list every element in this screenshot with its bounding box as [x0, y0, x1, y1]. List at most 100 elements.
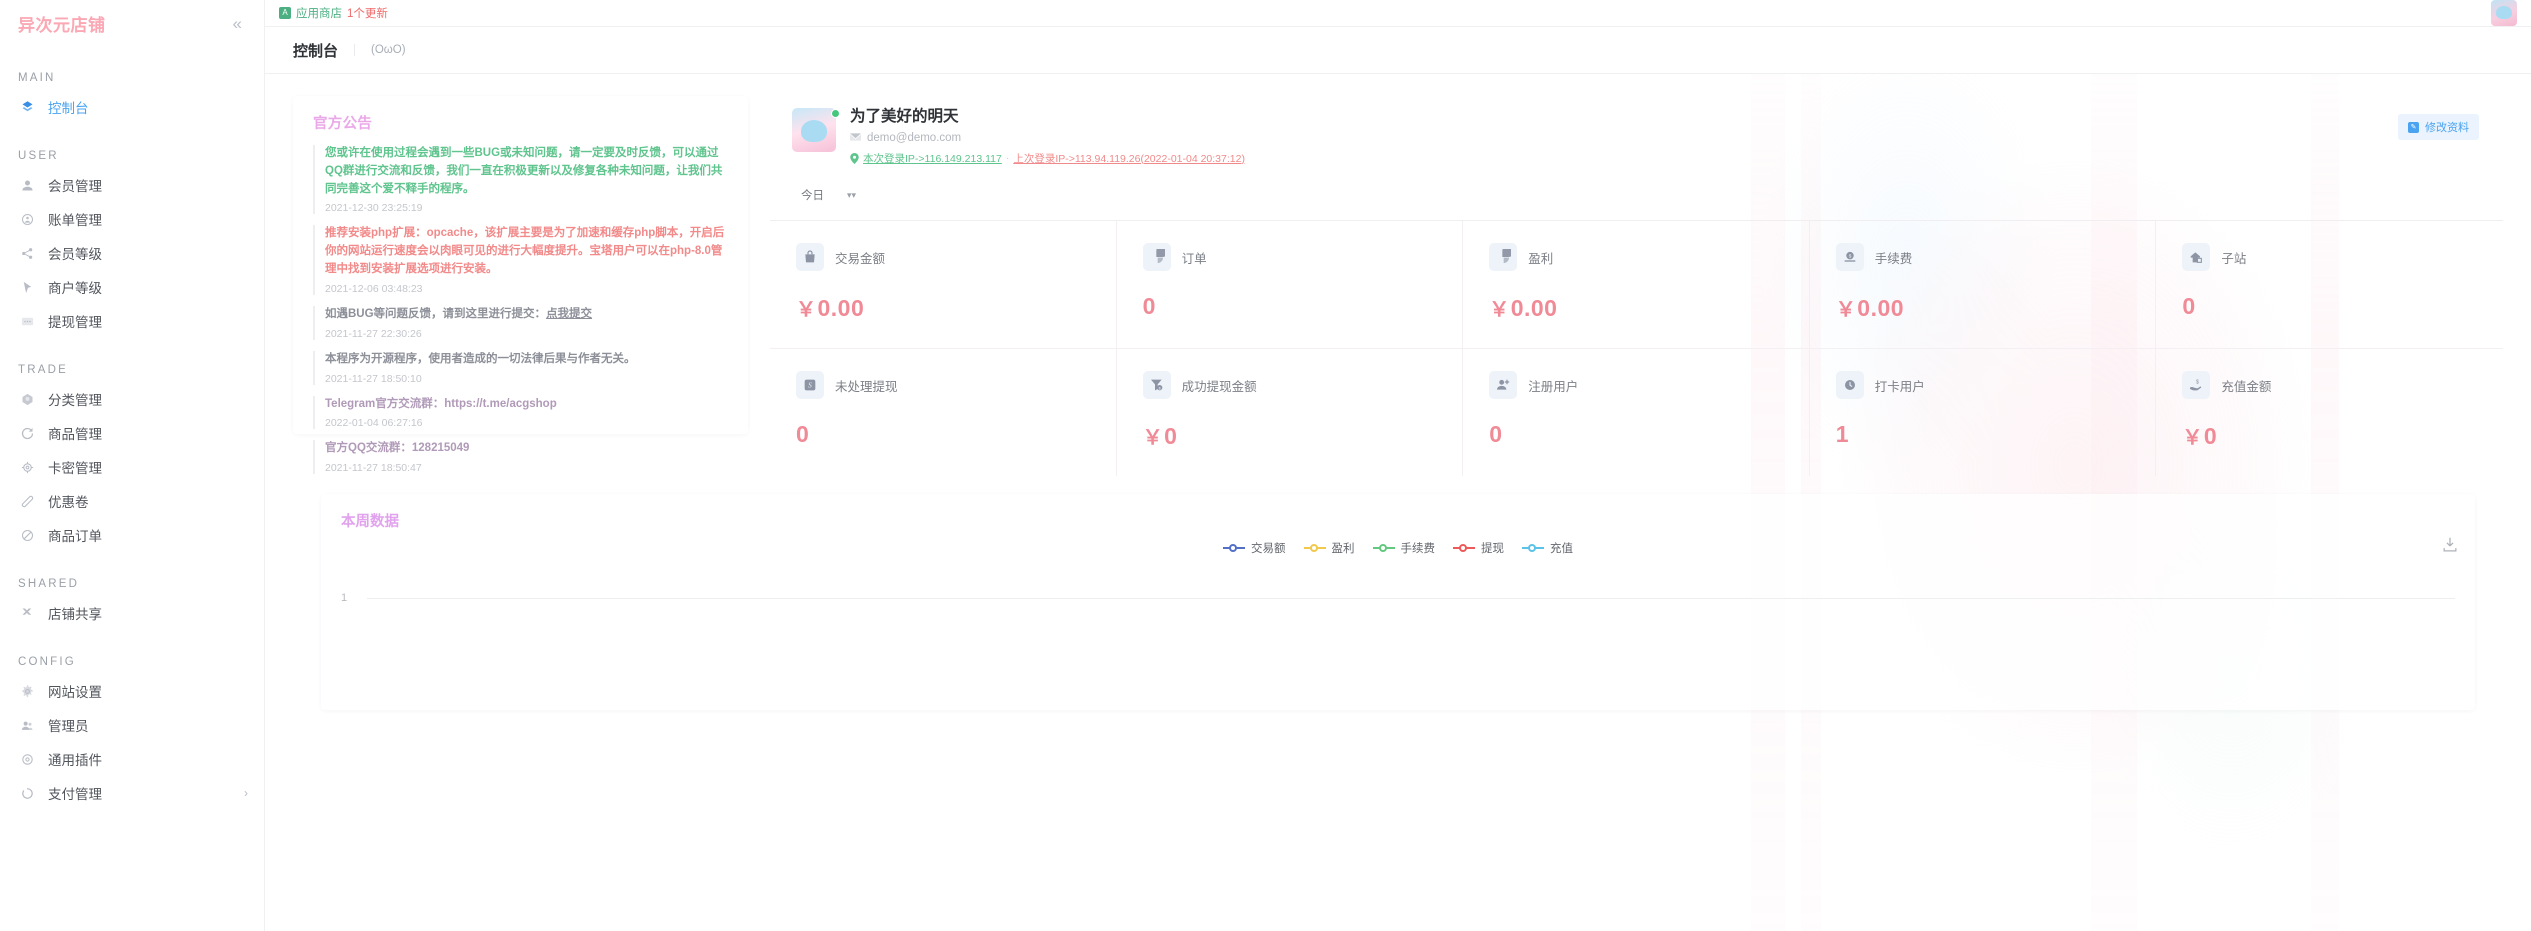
stat-value: 0 — [1489, 421, 1809, 448]
announcement-link[interactable]: 点我提交 — [546, 308, 592, 320]
stat-label: 打卡用户 — [1874, 379, 1925, 394]
ban-circle-icon — [18, 526, 36, 544]
stat-card-header: 打卡用户 — [1835, 371, 2156, 399]
sidebar-item-label: 支付管理 — [48, 787, 102, 802]
range-filter-row: 今日 ▾▾ — [770, 182, 2503, 208]
brand-title: 异次元店铺 — [18, 15, 106, 35]
collapse-sidebar-icon[interactable]: « — [233, 15, 242, 32]
gear-ring-icon — [18, 458, 36, 476]
sidebar-item-plugin-circle[interactable]: 通用插件 — [0, 742, 264, 776]
sidebar-item-withdraw[interactable]: 提现管理 — [0, 304, 264, 338]
announcement-timestamp: 2022-01-04 06:27:16 — [325, 417, 423, 430]
announcement-text: 本程序为开源程序，使用者造成的一切法律后果与作者无关。 — [325, 352, 636, 365]
stat-card[interactable]: 交易金额 ￥0.00 — [770, 221, 1117, 349]
sidebar-item-admin-users[interactable]: 管理员 — [0, 708, 264, 742]
sidebar-item-dashboard[interactable]: 控制台 — [0, 90, 264, 124]
legend-label: 提现 — [1481, 543, 1504, 555]
stat-card-header: $ 成功提现金额 — [1142, 371, 1463, 399]
sidebar-item-ban-circle[interactable]: 商品订单 — [0, 518, 264, 552]
sidebar-item-label: 账单管理 — [48, 213, 102, 228]
stat-card-header: $ 充值金额 — [2182, 371, 2503, 399]
payment-loading-icon — [18, 784, 36, 802]
announcement-card: 官方公告 您或许在使用过程会遇到一些BUG或未知问题，请一定要及时反馈，可以通过… — [293, 96, 748, 475]
sidebar-item-category[interactable]: 分类管理 — [0, 382, 264, 416]
announcement-item: Telegram官方交流群：https://t.me/acgshop 2022-0… — [313, 395, 728, 430]
stat-label: 充值金额 — [2221, 379, 2272, 394]
user-plus-icon — [1489, 371, 1518, 399]
stat-card[interactable]: 订单 0 — [1116, 221, 1464, 349]
bag-icon — [796, 243, 824, 271]
sidebar-item-bill[interactable]: 账单管理 — [0, 202, 264, 236]
stat-card[interactable]: $ 手续费 ￥0.00 — [1809, 221, 2157, 349]
legend-item[interactable]: 充值 — [1522, 540, 1573, 556]
stat-label: 手续费 — [1874, 251, 1913, 266]
legend-marker-icon — [1303, 543, 1326, 553]
stat-value: 0 — [2182, 293, 2503, 320]
legend-item[interactable]: 交易额 — [1223, 540, 1286, 556]
appstore-update-count: 1个更新 — [347, 8, 388, 20]
stat-card[interactable]: $ 成功提现金额 ￥0 — [1117, 349, 1464, 476]
house-icon — [2182, 243, 2211, 271]
sidebar-item-drone[interactable]: 店铺共享 — [0, 596, 264, 630]
weekly-chart-title: 本周数据 — [341, 514, 399, 530]
sidebar-item-refresh[interactable]: 商品管理 — [0, 416, 264, 450]
current-login-ip: 本次登录IP->116.149.213.117 — [863, 152, 1002, 165]
sidebar-item-share-nodes[interactable]: 会员等级 — [0, 236, 264, 270]
chart-legend: 交易额 盈利 手续费 提现 充值 — [321, 540, 2475, 556]
legend-label: 手续费 — [1400, 543, 1436, 555]
stat-card[interactable]: 子站 0 — [2156, 221, 2503, 349]
pie-chart-icon — [1142, 243, 1171, 271]
sidebar-item-payment-loading[interactable]: 支付管理 › — [0, 776, 264, 810]
sidebar-item-gear-ring[interactable]: 卡密管理 — [0, 450, 264, 484]
stat-label: 成功提现金额 — [1181, 379, 1257, 394]
stat-number: 0 — [2182, 293, 2196, 319]
profile-avatar[interactable] — [792, 108, 840, 152]
sidebar-nav: MAIN 控制台 USER 会员管理账单管理会员等级 商户等级 提现管理 TRADE 分类管理… — [0, 72, 264, 810]
sidebar-group-label-trade: TRADE — [18, 364, 68, 376]
stat-card[interactable]: S 未处理提现 0 — [770, 349, 1117, 476]
stat-number: 1 — [1835, 421, 1850, 447]
announcement-timestamp: 2021-11-27 18:50:10 — [325, 372, 422, 385]
stat-value: 0 — [1143, 293, 1463, 320]
stat-number: 0.00 — [1510, 295, 1558, 321]
sidebar-item-gear[interactable]: 网站设置 — [0, 674, 264, 708]
date-range-select[interactable]: 今日 ▾▾ — [792, 182, 862, 208]
stat-card[interactable]: $ 充值金额 ￥0 — [2156, 349, 2503, 476]
y-axis-tick: 1 — [341, 592, 348, 604]
stat-value: 1 — [1836, 421, 2156, 448]
date-range-value: 今日 — [801, 190, 824, 202]
share-nodes-icon — [18, 244, 36, 262]
sidebar-item-label: 商品订单 — [48, 529, 102, 544]
sidebar-group-label-shared: SHARED — [18, 578, 80, 590]
top-bar: A 应用商店 1个更新 — [265, 0, 2531, 27]
legend-item[interactable]: 提现 — [1453, 540, 1504, 556]
stat-number: 0.00 — [817, 295, 865, 321]
stat-card[interactable]: 注册用户 0 — [1463, 349, 1810, 476]
sidebar-item-cursor[interactable]: 商户等级 — [0, 270, 264, 304]
stat-card-header: 盈利 — [1489, 243, 1809, 271]
legend-item[interactable]: 盈利 — [1303, 540, 1355, 556]
stat-value: ￥0.00 — [1836, 293, 2156, 322]
sidebar: 异次元店铺 « MAIN 控制台 USER 会员管理账单管理会员等级 商户等级 提现管理 T… — [0, 0, 265, 931]
stat-card[interactable]: 盈利 ￥0.00 — [1463, 221, 1810, 349]
sidebar-item-label: 控制台 — [48, 101, 89, 116]
sidebar-group-label-main: MAIN — [18, 72, 56, 84]
sidebar-group-label-user: USER — [18, 150, 59, 162]
chevron-down-icon: ▾▾ — [846, 189, 856, 200]
sidebar-item-user[interactable]: 会员管理 — [0, 168, 264, 202]
announcement-list: 您或许在使用过程会遇到一些BUG或未知问题，请一定要及时反馈，可以通过QQ群进行… — [313, 145, 728, 475]
sidebar-item-label: 分类管理 — [48, 393, 102, 408]
appstore-link[interactable]: A 应用商店 1个更新 — [279, 5, 388, 21]
legend-marker-icon — [1372, 543, 1395, 553]
edit-profile-button[interactable]: ✎ 修改资料 — [2398, 114, 2479, 140]
category-icon — [18, 390, 36, 408]
legend-item[interactable]: 手续费 — [1372, 540, 1436, 556]
download-icon[interactable] — [2441, 536, 2459, 554]
profile-name: 为了美好的明天 — [850, 108, 959, 125]
announcement-item: 官方QQ交流群：128215049 2021-11-27 18:50:47 — [313, 440, 728, 475]
sidebar-item-ticket[interactable]: 优惠卷 — [0, 484, 264, 518]
profile-email: demo@demo.com — [867, 131, 962, 144]
stat-card[interactable]: 打卡用户 1 — [1810, 349, 2157, 476]
avatar[interactable] — [2491, 0, 2517, 26]
currency-symbol: ￥ — [1142, 427, 1164, 449]
